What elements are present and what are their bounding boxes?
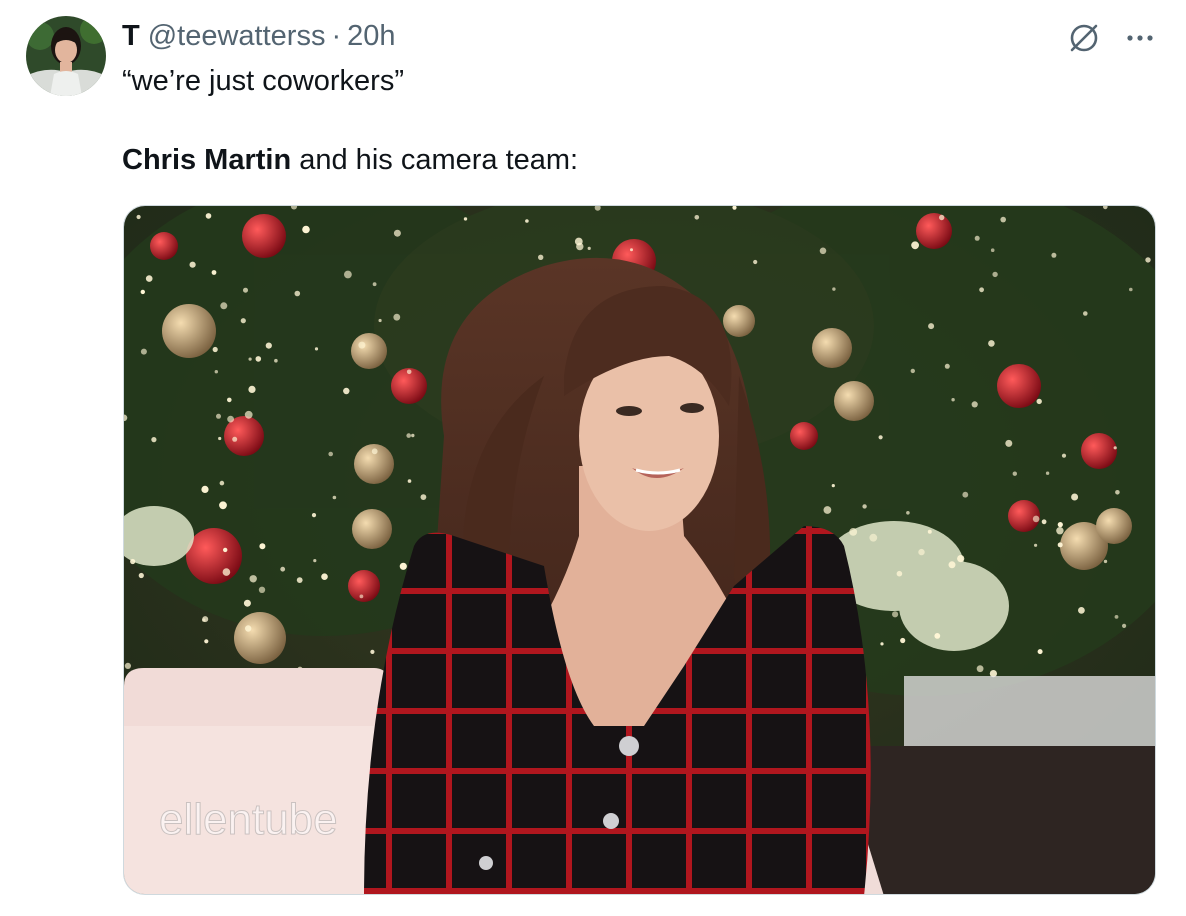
avatar[interactable] — [26, 16, 106, 96]
tweet[interactable]: T @teewatterss · 20h “we’re just coworke… — [0, 0, 1186, 916]
media-scene: ellentube — [124, 206, 1155, 894]
tweet-header: T @teewatterss · 20h — [122, 18, 396, 54]
tweet-text-line: “we’re just coworkers” — [122, 65, 404, 97]
tweet-text-rest: and his camera team: — [291, 144, 579, 176]
mention-text: Chris Martin — [122, 144, 292, 176]
user-handle[interactable]: @teewatterss — [148, 20, 326, 53]
more-icon[interactable] — [1120, 24, 1160, 52]
display-name[interactable]: T — [122, 20, 140, 53]
watermark-text: ellentube — [159, 795, 338, 844]
tweet-text-line: Chris Martin and his camera team: — [122, 141, 578, 179]
tweet-media-image[interactable]: ellentube — [123, 205, 1156, 895]
timestamp[interactable]: 20h — [347, 20, 395, 53]
grok-icon[interactable] — [1066, 20, 1102, 56]
separator-dot: · — [331, 19, 342, 52]
